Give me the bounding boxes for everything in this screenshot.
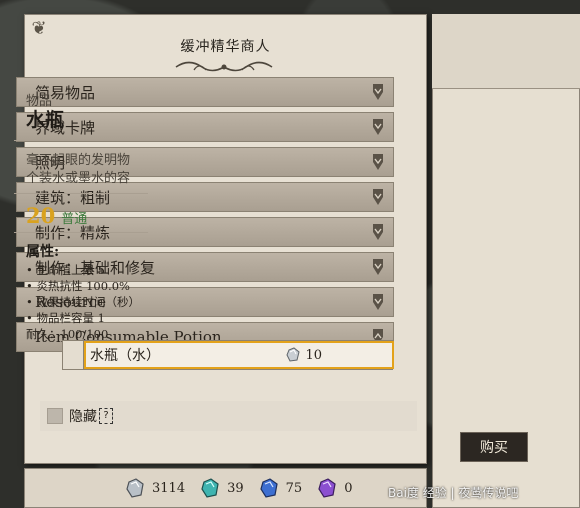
crystal-teal-icon <box>201 478 219 498</box>
shield-chevron-down-icon <box>373 154 383 170</box>
detail-banner <box>432 14 580 89</box>
crystal-silver-icon <box>126 478 144 498</box>
item-quality: 普通 <box>61 212 88 227</box>
item-name: 水瓶（水） <box>90 348 160 364</box>
hide-toggle-row: 隐藏 ? <box>40 401 417 431</box>
crystal-silver-icon <box>286 347 301 362</box>
currency-blue: 75 <box>258 477 303 499</box>
item-price-block: 20 普通 <box>26 203 87 228</box>
attribute-duration: • 效果持续时间（秒） <box>26 295 140 309</box>
shield-chevron-down-icon <box>373 119 383 135</box>
item-price-value: 10 <box>305 347 322 363</box>
divider <box>14 140 148 141</box>
divider <box>14 232 148 233</box>
attributes-heading: 属性: <box>26 244 60 260</box>
category-label: 界域卡牌 <box>35 118 96 137</box>
divider <box>14 193 148 194</box>
currency-silver: 3114 <box>124 477 185 499</box>
shield-chevron-down-icon <box>373 84 383 100</box>
category-label: 简易物品 <box>35 83 96 102</box>
subcategory-rail <box>63 341 84 369</box>
shield-chevron-down-icon <box>373 259 383 275</box>
category-simple-items[interactable]: 简易物品 <box>16 77 394 107</box>
currency-amount: 3114 <box>152 480 186 496</box>
watermark: Bai度 经验 | 夜莺传说吧 <box>388 486 519 500</box>
currency-amount: 0 <box>344 480 353 496</box>
currency-amount: 75 <box>285 480 303 496</box>
attribute-heat-resist: • 炎热抗性 100.0% <box>26 279 130 293</box>
currency-amount: 39 <box>227 480 244 496</box>
item-description-line2: 个装水或墨水的容 <box>26 171 131 186</box>
divider-ornament-icon <box>175 61 273 72</box>
currency-purple: 0 <box>316 477 352 499</box>
item-sell-price: 20 <box>26 203 56 228</box>
crystal-purple-icon <box>318 478 336 498</box>
help-icon[interactable]: ? <box>99 408 113 424</box>
merchant-title: 缓冲精华商人 <box>180 39 271 55</box>
attribute-inventory-capacity: • 物品栏容量 1 <box>26 311 105 325</box>
currency-bar: 3114 39 75 0 <box>24 468 427 508</box>
attribute-max-health: • 生命值上限 5 <box>26 263 105 277</box>
item-description-line1: 毫不起眼的发明物 <box>26 153 131 168</box>
crystal-blue-icon <box>259 478 278 498</box>
item-title: 水瓶 <box>26 109 65 131</box>
shield-chevron-down-icon <box>373 294 383 310</box>
currency-teal: 39 <box>199 477 244 499</box>
item-water-bottle[interactable]: 水瓶（水） 10 <box>84 341 394 369</box>
category-realm-cards[interactable]: 界域卡牌 <box>16 112 394 142</box>
hide-checkbox[interactable] <box>47 408 63 424</box>
shield-chevron-down-icon <box>373 224 383 240</box>
hide-label: 隐藏 <box>69 409 97 425</box>
buy-button[interactable]: 购买 <box>460 432 528 462</box>
shield-chevron-down-icon <box>373 189 383 205</box>
item-price: 10 <box>285 347 322 363</box>
attribute-durability: 耐久：100/100 <box>26 327 109 341</box>
